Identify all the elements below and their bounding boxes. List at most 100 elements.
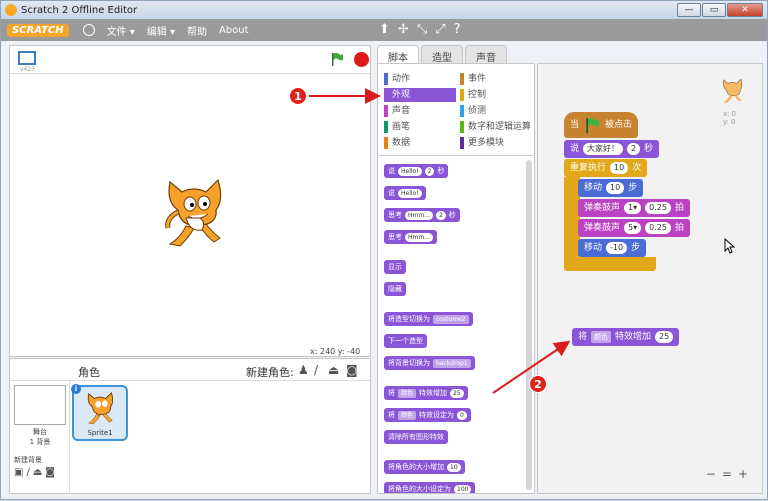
category-looks[interactable]: 外观: [384, 88, 456, 102]
block-input[interactable]: 2: [424, 166, 435, 176]
menu-about[interactable]: About: [219, 25, 249, 36]
sprite-tile[interactable]: i Sprite1: [71, 384, 128, 441]
backdrop-upload-icon[interactable]: ⏏: [33, 467, 42, 478]
app-icon: [5, 4, 17, 16]
block-input[interactable]: 10: [447, 462, 461, 472]
grow-icon[interactable]: ⤡: [417, 22, 427, 37]
mouse-cursor-icon: [724, 238, 736, 254]
block-dropdown[interactable]: costume2: [433, 314, 469, 324]
block-dropdown[interactable]: 颜色: [398, 388, 417, 398]
block-set-size[interactable]: 将角色的大小设定为 100: [384, 482, 476, 493]
shrink-icon[interactable]: ⤢: [435, 22, 445, 37]
block-input[interactable]: 10: [610, 162, 629, 174]
block-think[interactable]: 思考 Hmm...: [384, 230, 437, 244]
block-input[interactable]: 100: [454, 484, 472, 493]
block-clear-effects[interactable]: 清除所有图形特效: [384, 430, 448, 444]
green-flag-icon[interactable]: [330, 52, 344, 66]
block-switch-backdrop[interactable]: 将背景切换为 backdrop1: [384, 356, 475, 370]
block-change-size[interactable]: 将角色的大小增加 10: [384, 460, 465, 474]
block-think-secs[interactable]: 思考 Hmm... 2 秒: [384, 208, 460, 222]
script-drum-block[interactable]: 弹奏鼓声 5▾ 0.25 拍: [578, 219, 690, 237]
block-input[interactable]: 2: [627, 143, 641, 155]
block-say-secs[interactable]: 说 Hello! 2 秒: [384, 164, 449, 178]
stage-thumbnail[interactable]: [14, 385, 66, 425]
block-set-effect[interactable]: 将颜色 特效设定为 0: [384, 408, 471, 422]
upload-sprite-icon[interactable]: ⏏: [328, 363, 339, 377]
menu-edit[interactable]: 编辑 ▾: [147, 23, 175, 38]
category-data[interactable]: 数据: [384, 136, 456, 150]
block-hide[interactable]: 隐藏: [384, 282, 406, 296]
block-input[interactable]: 25: [450, 388, 464, 398]
menu-help[interactable]: 帮助: [187, 23, 207, 38]
block-say[interactable]: 说 Hello!: [384, 186, 426, 200]
block-text: 秒: [644, 144, 654, 154]
category-operators[interactable]: 数字和逻辑运算: [460, 120, 532, 134]
block-input[interactable]: 0: [457, 410, 467, 420]
script-hat-block[interactable]: 当 被点击: [564, 112, 639, 138]
close-button[interactable]: ✕: [727, 3, 763, 17]
script-drum-block[interactable]: 弹奏鼓声 1▾ 0.25 拍: [578, 199, 690, 217]
backdrop-library-icon[interactable]: ▣: [14, 467, 23, 478]
stop-icon[interactable]: [354, 52, 369, 67]
block-dropdown[interactable]: 颜色: [591, 331, 612, 343]
script-repeat-block[interactable]: 重复执行 10 次: [564, 159, 648, 177]
minimize-button[interactable]: —: [677, 3, 701, 17]
script-move-block[interactable]: 移动 10 步: [578, 179, 644, 197]
block-input[interactable]: 25: [655, 331, 674, 343]
block-input[interactable]: 0.25: [645, 222, 671, 234]
palette-scrollbar[interactable]: [526, 160, 532, 490]
block-text: 被点击: [605, 120, 633, 130]
camera-icon[interactable]: ◙: [346, 363, 358, 377]
backdrop-camera-icon[interactable]: ◙: [45, 467, 55, 478]
menu-file[interactable]: 文件 ▾: [107, 23, 135, 38]
script-move-block[interactable]: 移动 -10 步: [578, 239, 647, 257]
backdrop-count: 1 背景: [29, 438, 51, 446]
block-text: 将: [388, 389, 395, 397]
block-input[interactable]: 大家好！: [583, 143, 624, 155]
block-input[interactable]: 10: [606, 182, 625, 194]
block-input[interactable]: Hmm...: [405, 210, 433, 220]
script-say-block[interactable]: 说大家好！ 2 秒: [564, 140, 660, 158]
globe-icon[interactable]: [82, 24, 95, 36]
paint-sprite-icon[interactable]: /: [314, 363, 318, 377]
fullscreen-icon[interactable]: [18, 51, 36, 65]
block-input[interactable]: 5▾: [624, 222, 642, 234]
sprite-thumb-cat: [87, 391, 114, 425]
block-input[interactable]: Hello!: [398, 166, 422, 176]
help-icon[interactable]: ?: [454, 22, 461, 37]
category-events[interactable]: 事件: [460, 72, 532, 86]
info-icon[interactable]: i: [71, 384, 81, 394]
category-sensing[interactable]: 侦测: [460, 104, 532, 118]
block-next-costume[interactable]: 下一个造型: [384, 334, 427, 348]
block-switch-costume[interactable]: 将造型切换为 costume2: [384, 312, 473, 326]
category-pen[interactable]: 画笔: [384, 120, 456, 134]
scratch-logo[interactable]: SCRATCH: [7, 23, 69, 37]
zoom-reset-icon[interactable]: =: [722, 467, 732, 481]
category-sound[interactable]: 声音: [384, 104, 456, 118]
block-change-effect[interactable]: 将颜色 特效增加 25: [384, 386, 468, 400]
zoom-in-icon[interactable]: +: [738, 467, 748, 481]
sprites-label: 角色: [78, 366, 100, 379]
block-input[interactable]: -10: [606, 242, 628, 254]
category-more-blocks[interactable]: 更多模块: [460, 136, 532, 150]
library-sprite-icon[interactable]: ♟: [298, 363, 309, 377]
block-input[interactable]: 2: [435, 210, 446, 220]
block-dropdown[interactable]: backdrop1: [433, 358, 471, 368]
zoom-out-icon[interactable]: −: [706, 467, 716, 481]
block-input[interactable]: 1▾: [624, 202, 642, 214]
block-input[interactable]: 0.25: [645, 202, 671, 214]
duplicate-icon[interactable]: ⬆: [379, 22, 390, 37]
block-show[interactable]: 显示: [384, 260, 406, 274]
palette-blocks: 说 Hello! 2 秒 说 Hello! 思考 Hmm... 2 秒 思考 Hmm... 显示…: [378, 156, 524, 493]
dragged-change-effect-block[interactable]: 将颜色 特效增加 25: [572, 328, 680, 346]
block-input[interactable]: Hello!: [398, 188, 422, 198]
category-control[interactable]: 控制: [460, 88, 532, 102]
block-input[interactable]: Hmm...: [405, 232, 433, 242]
maximize-button[interactable]: ▭: [702, 3, 726, 17]
delete-icon[interactable]: ✢: [398, 22, 409, 37]
backdrop-paint-icon[interactable]: /: [26, 467, 29, 478]
category-motion[interactable]: 动作: [384, 72, 456, 86]
scripts-area[interactable]: x: 0 y: 0 当 被点击 说大家好！ 2 秒 重复执行 10 次 移动 10 步 弹奏鼓…: [537, 63, 763, 494]
cat-sprite[interactable]: [160, 172, 232, 248]
block-dropdown[interactable]: 颜色: [398, 410, 417, 420]
